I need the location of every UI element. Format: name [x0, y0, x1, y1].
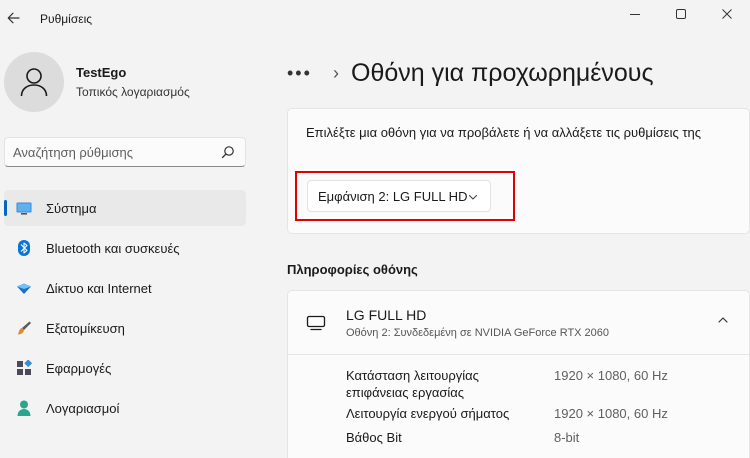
- profile-name: TestEgo: [76, 65, 127, 80]
- display-info-card: LG FULL HD Οθόνη 2: Συνδεδεμένη σε NVIDI…: [287, 290, 750, 458]
- system-icon: [16, 200, 32, 216]
- search-input[interactable]: [5, 138, 215, 166]
- maximize-icon: [676, 9, 686, 19]
- avatar: [4, 52, 64, 112]
- search-icon[interactable]: [221, 145, 235, 164]
- user-profile[interactable]: TestEgo Τοπικός λογαριασμός: [4, 52, 190, 112]
- nav-menu: Σύστημα Bluetooth και συσκευές Δίκτυο κα…: [4, 190, 246, 430]
- highlight-box: Εμφάνιση 2: LG FULL HD: [295, 171, 515, 221]
- display-dropdown[interactable]: Εμφάνιση 2: LG FULL HD: [307, 180, 491, 212]
- property-label: Κατάσταση λειτουργίας επιφάνειας εργασία…: [346, 368, 479, 400]
- chevron-up-icon: [718, 317, 728, 323]
- back-button[interactable]: [0, 2, 26, 34]
- account-type: Τοπικός λογαριασμός: [76, 85, 190, 99]
- display-connection: Οθόνη 2: Συνδεδεμένη σε NVIDIA GeForce R…: [346, 327, 610, 339]
- sidebar-item-bluetooth[interactable]: Bluetooth και συσκευές: [4, 230, 246, 266]
- monitor-icon: [306, 315, 326, 336]
- display-dropdown-value: Εμφάνιση 2: LG FULL HD: [318, 188, 468, 204]
- sidebar-item-label: Λογαριασμοί: [46, 400, 120, 416]
- back-arrow-icon: [7, 12, 20, 24]
- breadcrumb-more-button[interactable]: •••: [287, 63, 321, 84]
- title-bar: Ρυθμίσεις: [0, 0, 750, 38]
- display-name: LG FULL HD: [346, 307, 427, 323]
- user-icon: [20, 68, 48, 97]
- display-info-header[interactable]: LG FULL HD Οθόνη 2: Συνδεδεμένη σε NVIDI…: [288, 291, 749, 355]
- maximize-button[interactable]: [658, 0, 704, 28]
- display-select-card: Επιλέξτε μια οθόνη για να προβάλετε ή να…: [287, 108, 750, 234]
- sidebar-item-apps[interactable]: Εφαρμογές: [4, 350, 246, 386]
- search-box: [4, 137, 246, 167]
- accounts-icon: [16, 400, 32, 416]
- sidebar-item-label: Εφαρμογές: [46, 360, 112, 376]
- page-title: Οθόνη για προχωρημένους: [351, 58, 654, 87]
- sidebar-item-label: Δίκτυο και Internet: [46, 280, 152, 296]
- sidebar-item-label: Σύστημα: [46, 200, 97, 216]
- profile-text: TestEgo Τοπικός λογαριασμός: [76, 65, 190, 99]
- section-title: Πληροφορίες οθόνης: [287, 262, 418, 277]
- sidebar-item-network[interactable]: Δίκτυο και Internet: [4, 270, 246, 306]
- breadcrumb: ••• › Οθόνη για προχωρημένους: [287, 56, 654, 90]
- personalization-icon: [16, 320, 32, 336]
- sidebar-item-label: Εξατομίκευση: [46, 320, 125, 336]
- property-value: 1920 × 1080, 60 Hz: [554, 368, 668, 383]
- sidebar: TestEgo Τοπικός λογαριασμός Σύστημα: [0, 38, 260, 458]
- close-icon: [722, 9, 732, 19]
- close-button[interactable]: [704, 0, 750, 28]
- bluetooth-icon: [16, 240, 32, 256]
- display-select-description: Επιλέξτε μια οθόνη για να προβάλετε ή να…: [306, 125, 701, 140]
- property-value: 8-bit: [554, 430, 580, 445]
- main-content: ••• › Οθόνη για προχωρημένους Επιλέξτε μ…: [287, 38, 750, 458]
- property-label: Λειτουργία ενεργού σήματος: [346, 406, 510, 421]
- property-value: 1920 × 1080, 60 Hz: [554, 406, 668, 421]
- chevron-down-icon: [468, 190, 478, 205]
- sidebar-item-label: Bluetooth και συσκευές: [46, 240, 180, 256]
- window-controls: [612, 0, 750, 28]
- sidebar-item-system[interactable]: Σύστημα: [4, 190, 246, 226]
- app-title: Ρυθμίσεις: [40, 12, 93, 26]
- property-label: Βάθος Bit: [346, 430, 402, 445]
- collapse-button[interactable]: [717, 313, 729, 331]
- apps-icon: [16, 360, 32, 376]
- breadcrumb-separator: ›: [333, 62, 339, 83]
- minimize-icon: [630, 14, 640, 15]
- sidebar-item-personalization[interactable]: Εξατομίκευση: [4, 310, 246, 346]
- network-icon: [16, 280, 32, 296]
- minimize-button[interactable]: [612, 0, 658, 28]
- sidebar-item-accounts[interactable]: Λογαριασμοί: [4, 390, 246, 426]
